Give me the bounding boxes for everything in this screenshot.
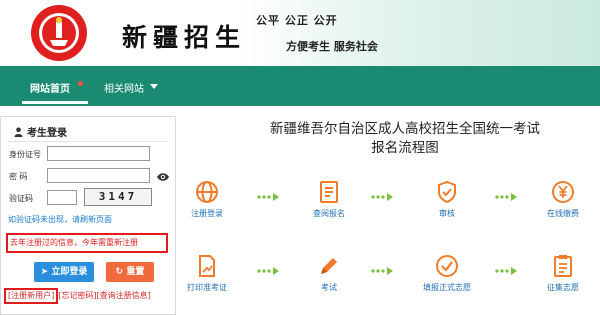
login-title-text: 考生登录 xyxy=(27,128,67,139)
arrow-right-icon xyxy=(257,193,279,201)
site-logo-icon[interactable] xyxy=(30,4,88,62)
nav-active-indicator xyxy=(22,101,88,104)
form-list-icon xyxy=(554,255,572,277)
arrow-right-icon xyxy=(371,193,393,201)
user-icon xyxy=(14,127,23,137)
step-register-login[interactable]: 注册登录 xyxy=(172,180,242,219)
globe-icon xyxy=(196,181,218,203)
nav-home-link[interactable]: 网站首页 xyxy=(30,80,70,95)
password-label: 密 码 xyxy=(9,172,28,181)
login-title: 考生登录 xyxy=(14,124,67,139)
reregister-notice: 去年注册过的信息，今年需重新注册 xyxy=(6,233,168,253)
step-solicit-choices[interactable]: 征集志愿 xyxy=(528,254,598,293)
arrow-right-icon xyxy=(371,267,393,275)
send-icon: ➤ xyxy=(40,267,52,277)
step-online-payment[interactable]: 在线缴费 xyxy=(528,180,598,219)
captcha-input[interactable] xyxy=(47,190,77,205)
step-label: 征集志愿 xyxy=(547,283,579,292)
captcha-image[interactable]: 3147 xyxy=(84,188,152,206)
reset-button[interactable]: ↻ 重置 xyxy=(106,262,154,282)
shield-check-icon xyxy=(438,180,456,204)
arrow-right-icon xyxy=(495,193,517,201)
login-links: [注册新用户] [忘记密码][查询注册信息] xyxy=(4,288,151,304)
arrow-right-icon xyxy=(257,267,279,275)
step-review-application[interactable]: 查阅报名 xyxy=(294,180,364,219)
flowchart-title-line1: 新疆维吾尔自治区成人高校招生全国统一考试 xyxy=(270,121,540,137)
slogan-line1: 公平 公正 公开 xyxy=(256,14,338,27)
id-label: 身份证号 xyxy=(9,150,41,159)
slogan-line2: 方便考生 服务社会 xyxy=(286,40,378,53)
arrow-right-icon xyxy=(495,267,517,275)
print-document-icon xyxy=(199,255,215,277)
step-label: 注册登录 xyxy=(191,209,223,218)
chevron-down-icon[interactable] xyxy=(150,84,158,89)
query-registration-link[interactable]: [查询注册信息] xyxy=(97,291,151,300)
id-number-input[interactable] xyxy=(47,146,150,161)
login-button-label: 立即登录 xyxy=(51,267,88,277)
step-print-admission[interactable]: 打印准考证 xyxy=(172,254,242,293)
header-background xyxy=(240,0,600,66)
check-circle-icon xyxy=(436,255,458,277)
step-label: 查阅报名 xyxy=(313,209,345,218)
login-divider xyxy=(8,141,168,142)
password-input[interactable] xyxy=(47,168,150,183)
pencil-icon xyxy=(321,258,337,274)
eye-icon[interactable] xyxy=(156,172,170,182)
step-label: 审核 xyxy=(439,209,455,218)
step-exam[interactable]: 考试 xyxy=(294,254,364,293)
forgot-password-link[interactable]: [忘记密码] xyxy=(58,291,96,300)
flowchart-title: 新疆维吾尔自治区成人高校招生全国统一考试 报名流程图 xyxy=(230,120,580,158)
step-fill-formal-choices[interactable]: 填报正式志愿 xyxy=(412,254,482,293)
login-button[interactable]: ➤ 立即登录 xyxy=(34,262,94,282)
main-nav: 网站首页 相关网站 xyxy=(0,66,600,106)
document-icon xyxy=(320,181,338,203)
captcha-label: 验证码 xyxy=(9,194,33,203)
site-header: 新疆招生 公平 公正 公开 方便考生 服务社会 xyxy=(0,0,600,66)
flowchart-title-line2: 报名流程图 xyxy=(371,140,439,156)
brand-title: 新疆招生 xyxy=(122,23,247,52)
reset-icon: ↻ xyxy=(115,267,127,277)
step-label: 在线缴费 xyxy=(547,209,579,218)
nav-related-dropdown[interactable]: 相关网站 xyxy=(104,80,144,95)
reset-button-label: 重置 xyxy=(126,267,145,277)
refresh-hint: 如验证码未出现，请刷新页面 xyxy=(8,215,112,224)
step-audit[interactable]: 审核 xyxy=(412,180,482,219)
step-label: 填报正式志愿 xyxy=(423,283,471,292)
yuan-coin-icon xyxy=(552,181,574,203)
register-link[interactable]: [注册新用户] xyxy=(4,288,59,304)
step-label: 打印准考证 xyxy=(187,283,227,292)
nav-new-dot xyxy=(78,81,83,86)
step-label: 考试 xyxy=(321,283,337,292)
